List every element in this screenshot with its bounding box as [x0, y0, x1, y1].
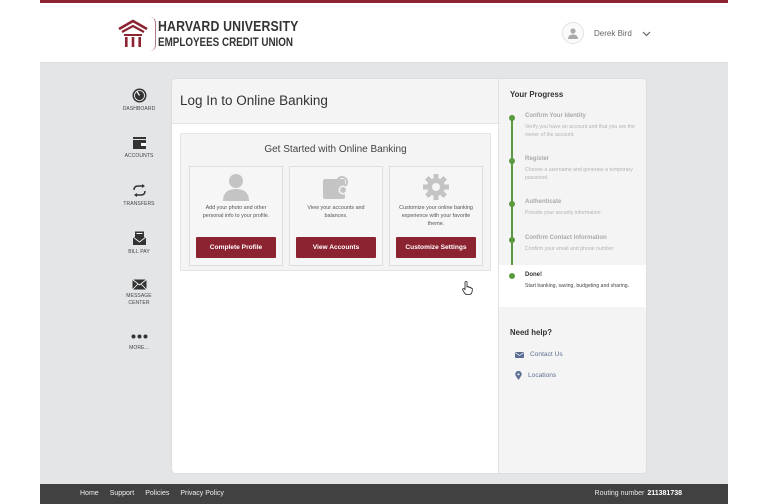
nav-label: ACCOUNTS — [124, 153, 154, 159]
footer-link-policies[interactable]: Policies — [145, 490, 169, 497]
footer-link-privacy-policy[interactable]: Privacy Policy — [180, 490, 224, 497]
tile-description: Add your photo and other personal info t… — [202, 205, 270, 219]
map-pin-icon — [515, 371, 522, 380]
step-description: Start banking, saving, budgeting and sha… — [525, 283, 630, 289]
progress-rail — [511, 115, 513, 281]
step-title: Done! — [525, 272, 542, 278]
nav-label: TRANSFERS — [123, 201, 155, 207]
more-dots-icon — [131, 334, 147, 339]
nav-item-message-center[interactable]: MESSAGE CENTER — [100, 279, 178, 307]
person-icon — [190, 173, 282, 201]
brand-subtitle: EMPLOYEES CREDIT UNION — [158, 34, 294, 49]
step-description: Choose a username and generate a tempora… — [525, 167, 633, 181]
header: HARVARD UNIVERSITY EMPLOYEES CREDIT UNIO… — [40, 3, 728, 63]
routing-value: 211381738 — [647, 490, 682, 497]
view-accounts-button[interactable]: View Accounts — [296, 237, 376, 258]
wallet-icon — [290, 173, 382, 201]
envelope-icon — [131, 279, 147, 290]
complete-profile-button[interactable]: Complete Profile — [196, 237, 276, 258]
tile-view-accounts: View your accounts and balances. View Ac… — [289, 166, 383, 266]
nav-item-dashboard[interactable]: DASHBOARD — [100, 88, 178, 113]
nav-label-line2: CENTER — [128, 300, 150, 306]
brand-name: HARVARD UNIVERSITY — [158, 17, 299, 35]
routing-number: Routing number 211381738 — [595, 490, 682, 497]
gear-icon — [390, 173, 482, 201]
step-description: Confirm your email and phone number — [525, 246, 614, 252]
footer: Home Support Policies Privacy Policy Rou… — [40, 484, 728, 504]
step-title: Confirm Your Identity — [525, 113, 586, 119]
nav-label: MORE... — [129, 345, 149, 351]
nav-label: MESSAGE — [126, 293, 152, 299]
tile-complete-profile: Add your photo and other personal info t… — [189, 166, 283, 266]
main-panel: Log In to Online Banking Get Started wit… — [172, 79, 498, 473]
step-complete-dot — [509, 158, 515, 164]
nav-label: BILL PAY — [128, 249, 150, 255]
help-title: Need help? — [510, 328, 553, 337]
tile-description: View your accounts and balances. — [307, 205, 365, 219]
card-header: Log In to Online Banking — [172, 79, 498, 124]
tile-customize-settings: Customize your online banking experience… — [389, 166, 483, 266]
progress-step-current: Done! Start banking, saving, budgeting a… — [499, 265, 646, 307]
app-window: HARVARD UNIVERSITY EMPLOYEES CREDIT UNIO… — [40, 0, 728, 504]
step-complete-dot — [509, 237, 515, 243]
progress-title: Your Progress — [510, 90, 564, 99]
contact-us-label: Contact Us — [530, 351, 563, 358]
step-description: Provide your security information — [525, 210, 601, 216]
locations-link[interactable]: Locations — [515, 371, 556, 380]
step-description: Verify you have an account and that you … — [525, 124, 635, 138]
nav-item-more[interactable]: MORE... — [100, 334, 178, 352]
nav-label: DASHBOARD — [122, 106, 156, 112]
tile-description: Customize your online banking experience… — [399, 205, 473, 227]
nav-item-transfers[interactable]: TRANSFERS — [100, 183, 178, 208]
contact-us-link[interactable]: Contact Us — [515, 351, 563, 358]
footer-link-home[interactable]: Home — [80, 490, 99, 497]
online-banking-card: Log In to Online Banking Get Started wit… — [172, 79, 646, 473]
gauge-icon — [132, 88, 146, 103]
routing-label: Routing number — [594, 490, 645, 497]
page-title: Log In to Online Banking — [180, 93, 328, 108]
step-title: Authenticate — [525, 199, 562, 205]
customize-settings-button[interactable]: Customize Settings — [396, 237, 476, 258]
step-title: Confirm Contact Information — [525, 235, 607, 241]
columns-logo-icon — [116, 17, 156, 51]
transfer-arrows-icon — [132, 184, 146, 197]
nav-item-accounts[interactable]: ACCOUNTS — [100, 136, 178, 160]
locations-label: Locations — [528, 372, 557, 379]
nav-item-bill-pay[interactable]: BILL PAY — [100, 231, 178, 256]
wallet-icon — [132, 137, 146, 149]
get-started-title: Get Started with Online Banking — [264, 144, 407, 155]
progress-panel: Your Progress Confirm Your Identity Veri… — [498, 79, 646, 473]
step-current-dot — [509, 273, 515, 279]
chevron-down-icon[interactable] — [642, 24, 651, 42]
brand-logo[interactable]: HARVARD UNIVERSITY EMPLOYEES CREDIT UNIO… — [116, 17, 329, 51]
mail-icon — [515, 351, 524, 358]
step-title: Register — [525, 156, 550, 162]
footer-link-support[interactable]: Support — [110, 490, 135, 497]
step-complete-dot — [509, 201, 515, 207]
user-icon — [562, 22, 584, 44]
step-complete-dot — [509, 115, 515, 121]
user-name: Derek Bird — [594, 28, 632, 38]
user-menu[interactable]: Derek Bird — [562, 22, 651, 44]
hand-pointer-icon — [462, 281, 473, 300]
bill-envelope-icon — [132, 231, 146, 245]
get-started-panel: Get Started with Online Banking Add your… — [180, 133, 491, 271]
